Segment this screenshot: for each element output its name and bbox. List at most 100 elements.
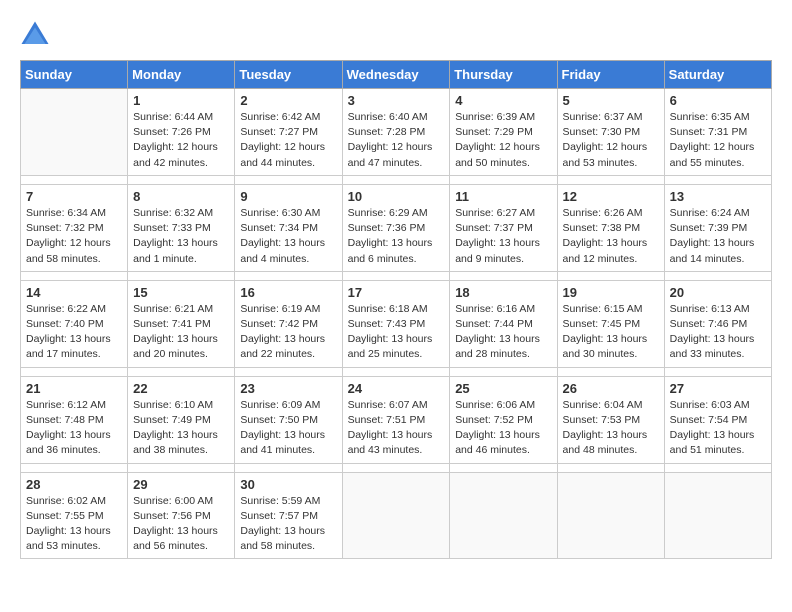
week-divider-cell: [235, 175, 342, 184]
calendar-day-cell: 12Sunrise: 6:26 AM Sunset: 7:38 PM Dayli…: [557, 184, 664, 271]
week-divider-row: [21, 271, 772, 280]
calendar-day-cell: 26 Sunrise: 6:04 AM Sunset: 7:53 PM Dayli…: [557, 376, 664, 463]
calendar-header-thursday: Thursday: [450, 61, 557, 89]
day-info: Sunrise: 6:02 AM Sunset: 7:55 PM Dayligh…: [26, 494, 122, 555]
day-number: 21: [26, 381, 122, 396]
calendar-day-cell: 19 Sunrise: 6:15 AM Sunset: 7:45 PM Dayli…: [557, 280, 664, 367]
day-info: Sunrise: 6:39 AM Sunset: 7:29 PM Dayligh…: [455, 110, 551, 171]
week-divider-cell: [450, 271, 557, 280]
day-number: 6: [670, 93, 766, 108]
week-divider-cell: [557, 367, 664, 376]
day-number: 11: [455, 189, 551, 204]
day-number: 10: [348, 189, 445, 204]
day-info: Sunrise: 6:24 AM Sunset: 7:39 PM Dayligh…: [670, 206, 766, 267]
calendar-day-cell: 24 Sunrise: 6:07 AM Sunset: 7:51 PM Dayli…: [342, 376, 450, 463]
day-number: 8: [133, 189, 229, 204]
week-divider-cell: [21, 367, 128, 376]
week-divider-cell: [664, 175, 771, 184]
day-info: Sunrise: 6:04 AM Sunset: 7:53 PM Dayligh…: [563, 398, 659, 459]
day-number: 3: [348, 93, 445, 108]
week-divider-cell: [21, 271, 128, 280]
calendar-header-tuesday: Tuesday: [235, 61, 342, 89]
week-divider-cell: [128, 463, 235, 472]
calendar-day-cell: 23 Sunrise: 6:09 AM Sunset: 7:50 PM Dayli…: [235, 376, 342, 463]
day-number: 4: [455, 93, 551, 108]
calendar-week-row: 14Sunrise: 6:22 AM Sunset: 7:40 PM Dayli…: [21, 280, 772, 367]
week-divider-cell: [450, 367, 557, 376]
day-info: Sunrise: 6:19 AM Sunset: 7:42 PM Dayligh…: [240, 302, 336, 363]
day-info: Sunrise: 6:09 AM Sunset: 7:50 PM Dayligh…: [240, 398, 336, 459]
calendar-day-cell: 3 Sunrise: 6:40 AM Sunset: 7:28 PM Daylig…: [342, 89, 450, 176]
day-number: 26: [563, 381, 659, 396]
calendar-header-monday: Monday: [128, 61, 235, 89]
calendar-day-cell: 13 Sunrise: 6:24 AM Sunset: 7:39 PM Dayli…: [664, 184, 771, 271]
calendar-day-cell: [450, 472, 557, 559]
day-number: 24: [348, 381, 445, 396]
week-divider-cell: [342, 367, 450, 376]
day-info: Sunrise: 6:32 AM Sunset: 7:33 PM Dayligh…: [133, 206, 229, 267]
day-info: Sunrise: 6:40 AM Sunset: 7:28 PM Dayligh…: [348, 110, 445, 171]
day-number: 15: [133, 285, 229, 300]
calendar-day-cell: 15 Sunrise: 6:21 AM Sunset: 7:41 PM Dayli…: [128, 280, 235, 367]
day-info: Sunrise: 6:18 AM Sunset: 7:43 PM Dayligh…: [348, 302, 445, 363]
calendar-week-row: 1Sunrise: 6:44 AM Sunset: 7:26 PM Daylig…: [21, 89, 772, 176]
calendar-day-cell: 7 Sunrise: 6:34 AM Sunset: 7:32 PM Daylig…: [21, 184, 128, 271]
week-divider-cell: [128, 367, 235, 376]
calendar-day-cell: 29Sunrise: 6:00 AM Sunset: 7:56 PM Dayli…: [128, 472, 235, 559]
calendar-week-row: 7 Sunrise: 6:34 AM Sunset: 7:32 PM Daylig…: [21, 184, 772, 271]
week-divider-cell: [342, 271, 450, 280]
calendar-day-cell: 25Sunrise: 6:06 AM Sunset: 7:52 PM Dayli…: [450, 376, 557, 463]
day-number: 14: [26, 285, 122, 300]
week-divider-cell: [557, 271, 664, 280]
calendar-week-row: 21Sunrise: 6:12 AM Sunset: 7:48 PM Dayli…: [21, 376, 772, 463]
calendar-day-cell: 18Sunrise: 6:16 AM Sunset: 7:44 PM Dayli…: [450, 280, 557, 367]
day-number: 7: [26, 189, 122, 204]
day-info: Sunrise: 6:15 AM Sunset: 7:45 PM Dayligh…: [563, 302, 659, 363]
day-info: Sunrise: 6:06 AM Sunset: 7:52 PM Dayligh…: [455, 398, 551, 459]
day-number: 19: [563, 285, 659, 300]
day-info: Sunrise: 6:35 AM Sunset: 7:31 PM Dayligh…: [670, 110, 766, 171]
day-info: Sunrise: 6:21 AM Sunset: 7:41 PM Dayligh…: [133, 302, 229, 363]
calendar-day-cell: [664, 472, 771, 559]
calendar-header-saturday: Saturday: [664, 61, 771, 89]
day-info: Sunrise: 6:44 AM Sunset: 7:26 PM Dayligh…: [133, 110, 229, 171]
week-divider-cell: [450, 175, 557, 184]
week-divider-cell: [342, 175, 450, 184]
day-info: Sunrise: 6:07 AM Sunset: 7:51 PM Dayligh…: [348, 398, 445, 459]
day-info: Sunrise: 6:30 AM Sunset: 7:34 PM Dayligh…: [240, 206, 336, 267]
day-number: 12: [563, 189, 659, 204]
day-info: Sunrise: 6:42 AM Sunset: 7:27 PM Dayligh…: [240, 110, 336, 171]
day-info: Sunrise: 6:10 AM Sunset: 7:49 PM Dayligh…: [133, 398, 229, 459]
day-info: Sunrise: 6:16 AM Sunset: 7:44 PM Dayligh…: [455, 302, 551, 363]
calendar-header-sunday: Sunday: [21, 61, 128, 89]
calendar-day-cell: 27Sunrise: 6:03 AM Sunset: 7:54 PM Dayli…: [664, 376, 771, 463]
week-divider-cell: [128, 271, 235, 280]
day-info: Sunrise: 6:27 AM Sunset: 7:37 PM Dayligh…: [455, 206, 551, 267]
day-number: 13: [670, 189, 766, 204]
calendar-day-cell: [342, 472, 450, 559]
week-divider-cell: [235, 271, 342, 280]
calendar-header-friday: Friday: [557, 61, 664, 89]
calendar-day-cell: 2Sunrise: 6:42 AM Sunset: 7:27 PM Daylig…: [235, 89, 342, 176]
calendar-day-cell: 10Sunrise: 6:29 AM Sunset: 7:36 PM Dayli…: [342, 184, 450, 271]
day-number: 30: [240, 477, 336, 492]
calendar-day-cell: 5Sunrise: 6:37 AM Sunset: 7:30 PM Daylig…: [557, 89, 664, 176]
day-number: 5: [563, 93, 659, 108]
week-divider-cell: [557, 175, 664, 184]
day-info: Sunrise: 6:34 AM Sunset: 7:32 PM Dayligh…: [26, 206, 122, 267]
day-number: 9: [240, 189, 336, 204]
day-number: 23: [240, 381, 336, 396]
calendar-day-cell: 17Sunrise: 6:18 AM Sunset: 7:43 PM Dayli…: [342, 280, 450, 367]
week-divider-cell: [557, 463, 664, 472]
week-divider-cell: [235, 463, 342, 472]
week-divider-cell: [235, 367, 342, 376]
week-divider-row: [21, 175, 772, 184]
calendar-day-cell: 8 Sunrise: 6:32 AM Sunset: 7:33 PM Daylig…: [128, 184, 235, 271]
logo-icon: [20, 20, 50, 50]
calendar-day-cell: 28 Sunrise: 6:02 AM Sunset: 7:55 PM Dayli…: [21, 472, 128, 559]
calendar-day-cell: 22Sunrise: 6:10 AM Sunset: 7:49 PM Dayli…: [128, 376, 235, 463]
calendar-header-row: SundayMondayTuesdayWednesdayThursdayFrid…: [21, 61, 772, 89]
day-info: Sunrise: 6:13 AM Sunset: 7:46 PM Dayligh…: [670, 302, 766, 363]
day-number: 28: [26, 477, 122, 492]
page-header: [20, 20, 772, 50]
